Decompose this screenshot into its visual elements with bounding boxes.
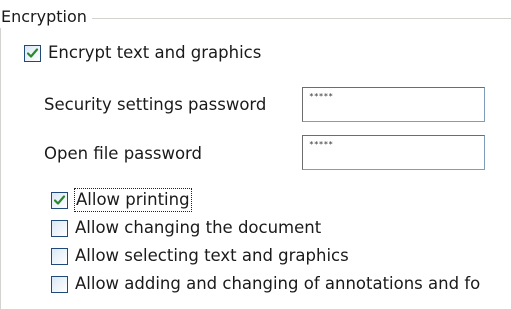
check-mark-icon (53, 194, 66, 205)
encrypt-checkbox-row[interactable]: Encrypt text and graphics (24, 42, 261, 64)
allow-changing-label: Allow changing the document (75, 218, 322, 237)
allow-changing-checkbox[interactable] (51, 219, 68, 237)
open-password-input[interactable]: ***** (302, 135, 485, 170)
allow-changing-row[interactable]: Allow changing the document (51, 217, 321, 239)
allow-printing-label: Allow printing (74, 188, 192, 212)
encryption-group-title: Encryption (0, 6, 92, 28)
allow-printing-checkbox[interactable] (51, 191, 68, 209)
allow-selecting-label: Allow selecting text and graphics (75, 246, 349, 265)
allow-selecting-checkbox[interactable] (51, 247, 68, 265)
security-password-label: Security settings password (44, 95, 267, 114)
encrypt-checkbox[interactable] (24, 44, 41, 62)
encrypt-label: Encrypt text and graphics (48, 43, 262, 62)
allow-annotations-checkbox[interactable] (51, 275, 68, 293)
allow-annotations-row[interactable]: Allow adding and changing of annotations… (51, 273, 480, 295)
group-box-border-left (0, 18, 1, 309)
allow-annotations-label: Allow adding and changing of annotations… (75, 274, 481, 293)
allow-printing-row[interactable]: Allow printing (51, 188, 192, 212)
security-password-input[interactable]: ***** (302, 87, 485, 122)
check-mark-icon (26, 47, 39, 58)
open-password-label: Open file password (44, 144, 203, 163)
encryption-panel: Encryption Encrypt text and graphics Sec… (0, 0, 511, 309)
allow-selecting-row[interactable]: Allow selecting text and graphics (51, 245, 349, 267)
